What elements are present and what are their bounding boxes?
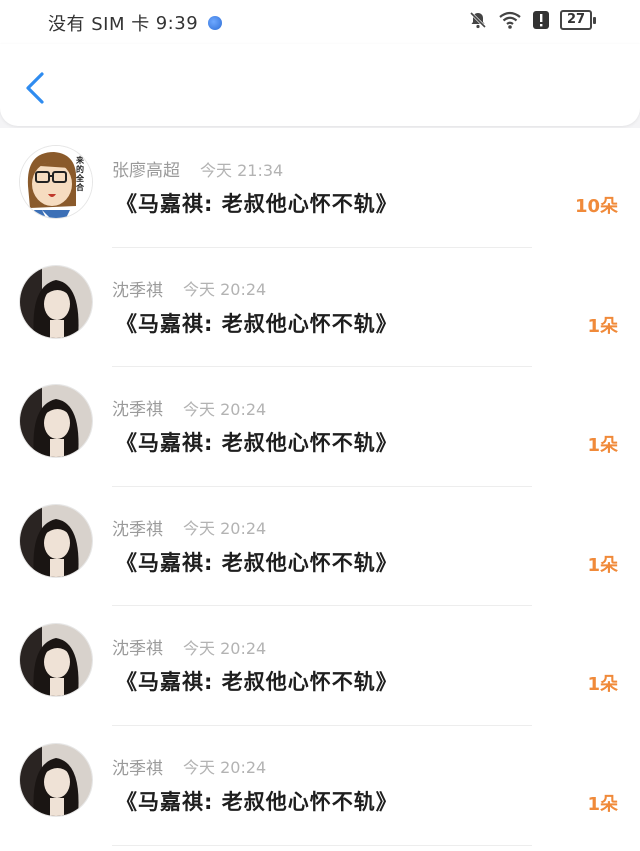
divider (112, 844, 532, 846)
work-title[interactable]: 《马嘉祺: 老叔他心怀不轨》 (116, 188, 398, 218)
list-item[interactable]: 来的全合 张廖高超 今天 21:34 《马嘉祺: 老叔他心怀不轨》 10朵 (0, 128, 640, 248)
back-button[interactable] (18, 68, 52, 108)
user-name: 沈季祺 (112, 280, 163, 301)
name-line: 沈季祺 今天 20:24 (112, 276, 266, 301)
gift-count: 1朵 (587, 435, 618, 457)
photo-avatar-image (20, 265, 92, 338)
list-item[interactable]: 沈季祺 今天 20:24 《马嘉祺: 老叔他心怀不轨》 1朵 (0, 248, 640, 368)
battery-level: 27 (560, 10, 592, 30)
user-name: 张廖高超 (112, 161, 180, 181)
user-name: 沈季祺 (112, 758, 163, 779)
gift-count: 1朵 (587, 674, 618, 696)
avatar[interactable] (20, 624, 92, 697)
avatar[interactable] (20, 385, 92, 458)
gift-count: 1朵 (587, 554, 618, 576)
gift-count: 1朵 (587, 315, 618, 337)
work-title[interactable]: 《马嘉祺: 老叔他心怀不轨》 (116, 547, 398, 577)
gift-list: 来的全合 张廖高超 今天 21:34 《马嘉祺: 老叔他心怀不轨》 10朵 沈季… (0, 128, 640, 851)
photo-avatar-image (20, 385, 92, 458)
timestamp: 今天 20:24 (183, 399, 267, 419)
mute-bell-icon (469, 11, 487, 29)
work-title[interactable]: 《马嘉祺: 老叔他心怀不轨》 (116, 308, 398, 338)
name-line: 张廖高超 今天 21:34 (112, 156, 284, 182)
user-name: 沈季祺 (112, 519, 163, 540)
wifi-icon (499, 11, 521, 29)
avatar[interactable] (20, 504, 92, 577)
status-bar: 没有 SIM 卡 9:39 27 (0, 0, 640, 44)
status-left: 没有 SIM 卡 9:39 (48, 10, 223, 36)
name-line: 沈季祺 今天 20:24 (112, 395, 267, 421)
list-item[interactable]: 沈季祺 今天 20:24 《马嘉祺: 老叔他心怀不轨》 1朵 (0, 367, 640, 487)
list-item[interactable]: 沈季祺 今天 20:24 《马嘉祺: 老叔他心怀不轨》 1朵 (0, 487, 640, 607)
user-name: 沈季祺 (112, 639, 163, 660)
timestamp: 今天 20:24 (183, 519, 267, 539)
list-item[interactable]: 沈季祺 今天 20:24 《马嘉祺: 老叔他心怀不轨》 1朵 (0, 726, 640, 846)
gift-count: 1朵 (587, 793, 618, 815)
gift-count: 10朵 (574, 196, 618, 217)
carrier-label: 没有 SIM 卡 (48, 14, 150, 35)
avatar[interactable]: 来的全合 (20, 146, 92, 218)
work-title[interactable]: 《马嘉祺: 老叔他心怀不轨》 (116, 427, 398, 457)
timestamp: 今天 20:24 (183, 638, 267, 658)
app-notification-icon (208, 16, 223, 30)
photo-avatar-image (20, 504, 92, 577)
photo-avatar-image (20, 743, 92, 816)
name-line: 沈季祺 今天 20:24 (112, 515, 266, 540)
alert-icon (533, 11, 549, 29)
list-item[interactable]: 沈季祺 今天 20:24 《马嘉祺: 老叔他心怀不轨》 1朵 (0, 606, 640, 726)
status-icons: 27 (468, 10, 596, 30)
avatar[interactable] (20, 743, 92, 816)
work-title[interactable]: 《马嘉祺: 老叔他心怀不轨》 (116, 666, 398, 696)
work-title[interactable]: 《马嘉祺: 老叔他心怀不轨》 (116, 786, 398, 816)
name-line: 沈季祺 今天 20:24 (112, 634, 267, 660)
header (0, 44, 640, 126)
timestamp: 今天 21:34 (200, 160, 284, 180)
user-name: 沈季祺 (112, 400, 163, 421)
timestamp: 今天 20:24 (183, 758, 267, 778)
name-line: 沈季祺 今天 20:24 (112, 754, 266, 779)
status-time: 9:39 (155, 12, 199, 34)
avatar-lettering: 来的全合 (76, 156, 84, 192)
photo-avatar-image (20, 624, 92, 697)
chevron-left-icon (26, 72, 44, 104)
timestamp: 今天 20:24 (183, 280, 267, 300)
avatar[interactable] (20, 265, 92, 338)
battery-icon: 27 (560, 10, 596, 30)
